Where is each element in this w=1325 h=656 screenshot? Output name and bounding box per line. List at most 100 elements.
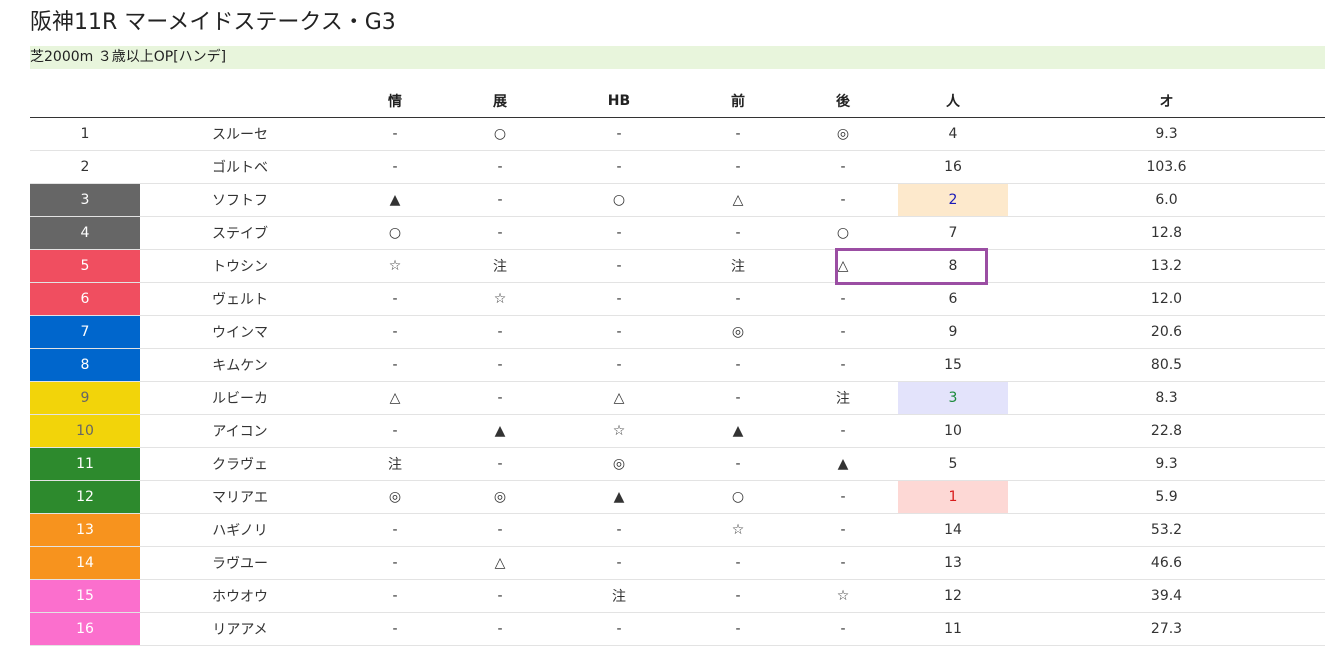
mark-mae-cell: - — [688, 117, 788, 151]
horse-name-cell: キムケン — [140, 348, 340, 382]
mark-jo-cell: - — [340, 117, 450, 151]
horse-name-cell: ヴェルト — [140, 282, 340, 316]
horse-name-cell: ステイブ — [140, 216, 340, 250]
table-row: 5 トウシン ☆ 注 - 注 △ 8 13.2 — [30, 249, 1325, 283]
horse-name-cell: スルーセ — [140, 117, 340, 151]
mark-jo-cell: - — [340, 282, 450, 316]
mark-mae-cell: - — [688, 546, 788, 580]
mark-ato-cell: - — [788, 612, 898, 646]
odds-cell: 12.8 — [1008, 216, 1325, 250]
horse-name-cell: ハギノリ — [140, 513, 340, 547]
mark-ato-cell: ☆ — [788, 579, 898, 613]
horse-name-cell: マリアエ — [140, 480, 340, 514]
mark-jo-cell: ▲ — [340, 183, 450, 217]
odds-cell: 5.9 — [1008, 480, 1325, 514]
mark-ten-cell: △ — [450, 546, 550, 580]
table-row: 1 スルーセ - ○ - - ◎ 4 9.3 — [30, 117, 1325, 151]
mark-hb-cell: - — [550, 612, 688, 646]
horse-number-cell: 8 — [30, 348, 140, 382]
table-row: 11 クラヴェ注 - ◎ - ▲ 5 9.3 — [30, 447, 1325, 481]
mark-ten-cell: - — [450, 612, 550, 646]
mark-hb-cell: - — [550, 546, 688, 580]
horse-name-cell: ルビーカ — [140, 381, 340, 415]
odds-cell: 8.3 — [1008, 381, 1325, 415]
horse-number-cell: 11 — [30, 447, 140, 481]
mark-ato-cell: - — [788, 315, 898, 349]
popularity-cell: 16 — [898, 150, 1008, 184]
mark-hb-cell: ◎ — [550, 447, 688, 481]
mark-ten-cell: - — [450, 381, 550, 415]
table-row: 7 ウインマ - - - ◎ -9 20.6 — [30, 315, 1325, 349]
horse-number-cell: 9 — [30, 381, 140, 415]
horse-name-cell: リアアメ — [140, 612, 340, 646]
mark-jo-cell: - — [340, 546, 450, 580]
horse-number-cell: 13 — [30, 513, 140, 547]
mark-jo-cell: - — [340, 513, 450, 547]
mark-mae-cell: 注 — [688, 249, 788, 283]
mark-ato-cell: - — [788, 348, 898, 382]
mark-mae-cell: △ — [688, 183, 788, 217]
odds-cell: 39.4 — [1008, 579, 1325, 613]
popularity-cell: 6 — [898, 282, 1008, 316]
mark-hb-cell: ▲ — [550, 480, 688, 514]
mark-hb-cell: - — [550, 216, 688, 250]
horse-name-cell: ゴルトベ — [140, 150, 340, 184]
header-ato: 後 — [788, 84, 898, 118]
mark-ten-cell: ◎ — [450, 480, 550, 514]
header-odds: オ — [1008, 84, 1325, 118]
mark-mae-cell: ◎ — [688, 315, 788, 349]
mark-ato-cell: - — [788, 414, 898, 448]
mark-mae-cell: - — [688, 612, 788, 646]
popularity-cell: 4 — [898, 117, 1008, 151]
popularity-cell: 11 — [898, 612, 1008, 646]
mark-hb-cell: - — [550, 249, 688, 283]
mark-hb-cell: - — [550, 513, 688, 547]
horse-number-cell: 5 — [30, 249, 140, 283]
popularity-cell: 7 — [898, 216, 1008, 250]
odds-cell: 103.6 — [1008, 150, 1325, 184]
mark-ato-cell: ▲ — [788, 447, 898, 481]
mark-jo-cell: - — [340, 348, 450, 382]
mark-ten-cell: ☆ — [450, 282, 550, 316]
table-row: 15 ホウオウ - - 注 - ☆ 12 39.4 — [30, 579, 1325, 613]
odds-cell: 22.8 — [1008, 414, 1325, 448]
header-hb: HB — [550, 84, 688, 118]
popularity-cell: 12 — [898, 579, 1008, 613]
odds-cell: 20.6 — [1008, 315, 1325, 349]
mark-mae-cell: - — [688, 579, 788, 613]
mark-hb-cell: 注 — [550, 579, 688, 613]
odds-cell: 53.2 — [1008, 513, 1325, 547]
odds-cell: 6.0 — [1008, 183, 1325, 217]
horse-number-cell: 4 — [30, 216, 140, 250]
header-ten: 展 — [450, 84, 550, 118]
popularity-cell: 8 — [898, 249, 1008, 283]
table-row: 14 ラヴユー - △ - - -13 46.6 — [30, 546, 1325, 580]
mark-jo-cell: - — [340, 612, 450, 646]
horse-number-cell: 16 — [30, 612, 140, 646]
mark-ten-cell: - — [450, 315, 550, 349]
mark-hb-cell: △ — [550, 381, 688, 415]
mark-ten-cell: - — [450, 513, 550, 547]
table-header-row: 情 展 HB 前 後 人 オ — [30, 84, 1325, 118]
mark-ato-cell: ◎ — [788, 117, 898, 151]
popularity-cell: 1 — [898, 480, 1008, 514]
horse-number-cell: 10 — [30, 414, 140, 448]
table-row: 8 キムケン - - - - -15 80.5 — [30, 348, 1325, 382]
header-num — [30, 84, 140, 118]
mark-hb-cell: - — [550, 117, 688, 151]
mark-jo-cell: - — [340, 414, 450, 448]
odds-cell: 46.6 — [1008, 546, 1325, 580]
horse-name-cell: アイコン — [140, 414, 340, 448]
header-jo: 情 — [340, 84, 450, 118]
horse-number-cell: 12 — [30, 480, 140, 514]
mark-ato-cell: - — [788, 513, 898, 547]
mark-mae-cell: - — [688, 150, 788, 184]
horse-name-cell: ホウオウ — [140, 579, 340, 613]
horse-number-cell: 6 — [30, 282, 140, 316]
mark-jo-cell: ◎ — [340, 480, 450, 514]
mark-ten-cell: - — [450, 579, 550, 613]
table-row: 6 ヴェルト - ☆ - - -6 12.0 — [30, 282, 1325, 316]
mark-jo-cell: - — [340, 315, 450, 349]
header-name — [140, 84, 340, 118]
mark-ato-cell: - — [788, 546, 898, 580]
